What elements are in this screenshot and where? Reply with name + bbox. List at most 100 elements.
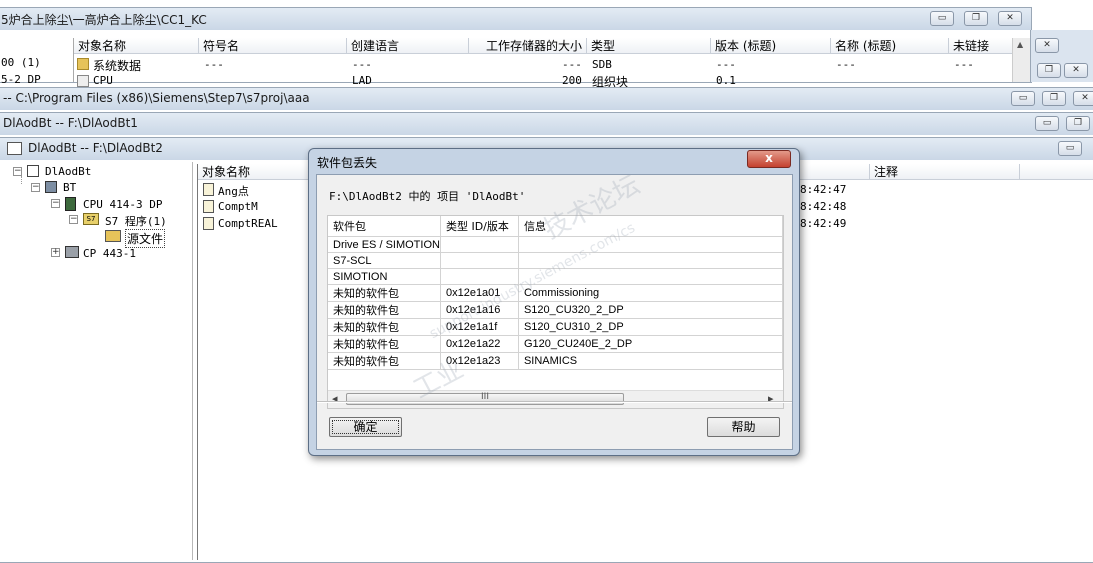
info-cell [518, 252, 784, 269]
restore-button[interactable]: ❐ [1037, 63, 1061, 78]
package-cell: Drive ES / SIMOTION [328, 236, 441, 253]
object-name[interactable]: Ang点 [218, 183, 249, 199]
tree-item-s7-program[interactable]: S7 程序(1) [105, 213, 167, 229]
minimize-icon: ▭ [1018, 93, 1028, 103]
title-bar[interactable]: 5炉合上除尘\一高炉合上除尘\CC1_KC ▭ ❐ ✕ [0, 8, 1031, 30]
col-header-language[interactable]: 创建语言 [347, 38, 469, 54]
col-header-unlinked[interactable]: 未链接 [949, 38, 1013, 54]
project-window-cc1: 5炉合上除尘\一高炉合上除尘\CC1_KC ▭ ❐ ✕ 00 (1) 5-2 D… [0, 7, 1032, 89]
close-icon: ✕ [1006, 13, 1014, 23]
tree-item[interactable]: 00 (1) [1, 56, 41, 69]
table-row[interactable]: S7-SCL [328, 252, 784, 269]
table-row[interactable]: 未知的软件包 0x12e1a16 S120_CU320_2_DP [328, 301, 784, 319]
minimize-button[interactable]: ▭ [1035, 116, 1059, 131]
block-icon [77, 75, 89, 87]
minimize-button[interactable]: ▭ [1011, 91, 1035, 106]
close-button[interactable]: ✕ [1035, 38, 1059, 53]
type-id-cell: 0x12e1a22 [440, 335, 519, 353]
type-id-cell [440, 236, 519, 253]
object-name[interactable]: ComptREAL [218, 217, 278, 230]
window-title: -- C:\Program Files (x86)\Siemens\Step7\… [3, 91, 310, 105]
language-cell: LAD [352, 74, 372, 87]
col-header-name[interactable]: 对象名称 [74, 38, 199, 54]
col-header-time[interactable] [796, 164, 870, 180]
tree-item-sources[interactable]: 源文件 [125, 229, 166, 248]
table-row[interactable]: 未知的软件包 0x12e1a1f S120_CU310_2_DP [328, 318, 784, 336]
size-cell: 200 [562, 74, 582, 87]
tree-item[interactable]: 5-2 DP [1, 73, 41, 86]
table-row[interactable]: 未知的软件包 0x12e1a01 Commissioning [328, 284, 784, 302]
expand-toggle[interactable]: − [31, 183, 40, 192]
tree-item-project[interactable]: DlAodBt [45, 165, 91, 178]
version-cell: 0.1 [716, 74, 736, 87]
packages-grid: 软件包 类型 ID/版本 信息 Drive ES / SIMOTION S7-S… [328, 216, 784, 370]
scroll-right-icon[interactable]: ▸ [768, 392, 774, 405]
close-icon: ✕ [1072, 65, 1080, 75]
col-header-empty[interactable] [1020, 164, 1093, 180]
expand-toggle[interactable]: − [51, 199, 60, 208]
col-header-size[interactable]: 工作存储器的大小 [469, 38, 587, 54]
tree-item-cpu[interactable]: CPU 414-3 DP [83, 198, 162, 211]
close-button[interactable]: ✕ [1073, 91, 1093, 106]
network-card-icon [65, 246, 79, 258]
expand-toggle[interactable]: − [69, 215, 78, 224]
separator [317, 401, 792, 403]
col-header-type-id[interactable]: 类型 ID/版本 [440, 216, 519, 237]
table-row[interactable]: Drive ES / SIMOTION [328, 236, 784, 253]
close-button[interactable]: ✕ [1064, 63, 1088, 78]
info-cell: S120_CU320_2_DP [518, 301, 784, 319]
restore-button[interactable]: ❐ [1066, 116, 1090, 131]
help-button[interactable]: 帮助 [707, 417, 780, 437]
object-name[interactable]: 系统数据 [93, 57, 141, 74]
title-bar[interactable]: DlAodBt -- F:\DlAodBt1 ▭ ❐ [0, 113, 1093, 135]
modified-time: 8:42:49 [800, 217, 847, 230]
title-name-cell: --- [836, 58, 856, 71]
symbol-cell: --- [204, 58, 224, 71]
table-row[interactable]: 未知的软件包 0x12e1a23 SINAMICS [328, 352, 784, 370]
expand-toggle[interactable]: + [51, 248, 60, 257]
col-header-title-name[interactable]: 名称 (标题) [831, 38, 949, 54]
project-window-dlaodbt1: DlAodBt -- F:\DlAodBt1 ▭ ❐ [0, 112, 1093, 138]
info-cell: SINAMICS [518, 352, 784, 370]
info-cell: Commissioning [518, 284, 784, 302]
col-header-name[interactable]: 对象名称 [198, 164, 310, 180]
minimize-icon: ▭ [937, 13, 947, 23]
title-bar[interactable]: -- C:\Program Files (x86)\Siemens\Step7\… [0, 88, 1093, 110]
minimize-button[interactable]: ▭ [930, 11, 954, 26]
dialog-close-button[interactable]: x [747, 150, 791, 168]
col-header-package[interactable]: 软件包 [328, 216, 441, 237]
missing-packages-dialog: 软件包丢失 x F:\DlAodBt2 中的 项目 'DlAodBt' 软件包 … [308, 148, 800, 456]
object-name[interactable]: CPU [93, 74, 113, 87]
ok-button[interactable]: 确定 [329, 417, 402, 437]
vertical-scrollbar[interactable]: ▲ [1012, 38, 1030, 82]
scroll-up-icon[interactable]: ▲ [1017, 40, 1023, 49]
restore-icon: ❐ [1044, 65, 1054, 75]
restore-button[interactable]: ❐ [1042, 91, 1066, 106]
dialog-title: 软件包丢失 [317, 156, 378, 170]
scroll-left-icon[interactable]: ◂ [332, 392, 338, 405]
col-header-type[interactable]: 类型 [587, 38, 711, 54]
station-icon [45, 181, 57, 193]
horizontal-scrollbar[interactable]: ◂ III ▸ [328, 390, 783, 408]
col-header-info[interactable]: 信息 [518, 216, 784, 237]
col-header-version[interactable]: 版本 (标题) [711, 38, 831, 54]
tree-item-station[interactable]: BT [63, 181, 76, 194]
tree-item-cp[interactable]: CP 443-1 [83, 247, 136, 260]
window-title: DlAodBt -- F:\DlAodBt2 [28, 141, 163, 155]
project-icon [7, 142, 22, 155]
col-header-comment[interactable]: 注释 [870, 164, 1020, 180]
restore-button[interactable]: ❐ [964, 11, 988, 26]
source-file-icon [203, 200, 214, 213]
package-cell: S7-SCL [328, 252, 441, 269]
minimize-button[interactable]: ▭ [1058, 141, 1082, 156]
close-button[interactable]: ✕ [998, 11, 1022, 26]
project-window-aaa: -- C:\Program Files (x86)\Siemens\Step7\… [0, 87, 1093, 113]
object-list: 对象名称 符号名 创建语言 工作存储器的大小 类型 版本 (标题) 名称 (标题… [73, 38, 1030, 89]
table-row[interactable]: 未知的软件包 0x12e1a22 G120_CU240E_2_DP [328, 335, 784, 353]
scroll-thumb[interactable]: III [346, 392, 624, 405]
expand-toggle[interactable]: − [13, 167, 22, 176]
language-cell: --- [352, 58, 372, 71]
object-name[interactable]: ComptM [218, 200, 258, 213]
col-header-symbol[interactable]: 符号名 [199, 38, 347, 54]
table-row[interactable]: SIMOTION [328, 268, 784, 285]
